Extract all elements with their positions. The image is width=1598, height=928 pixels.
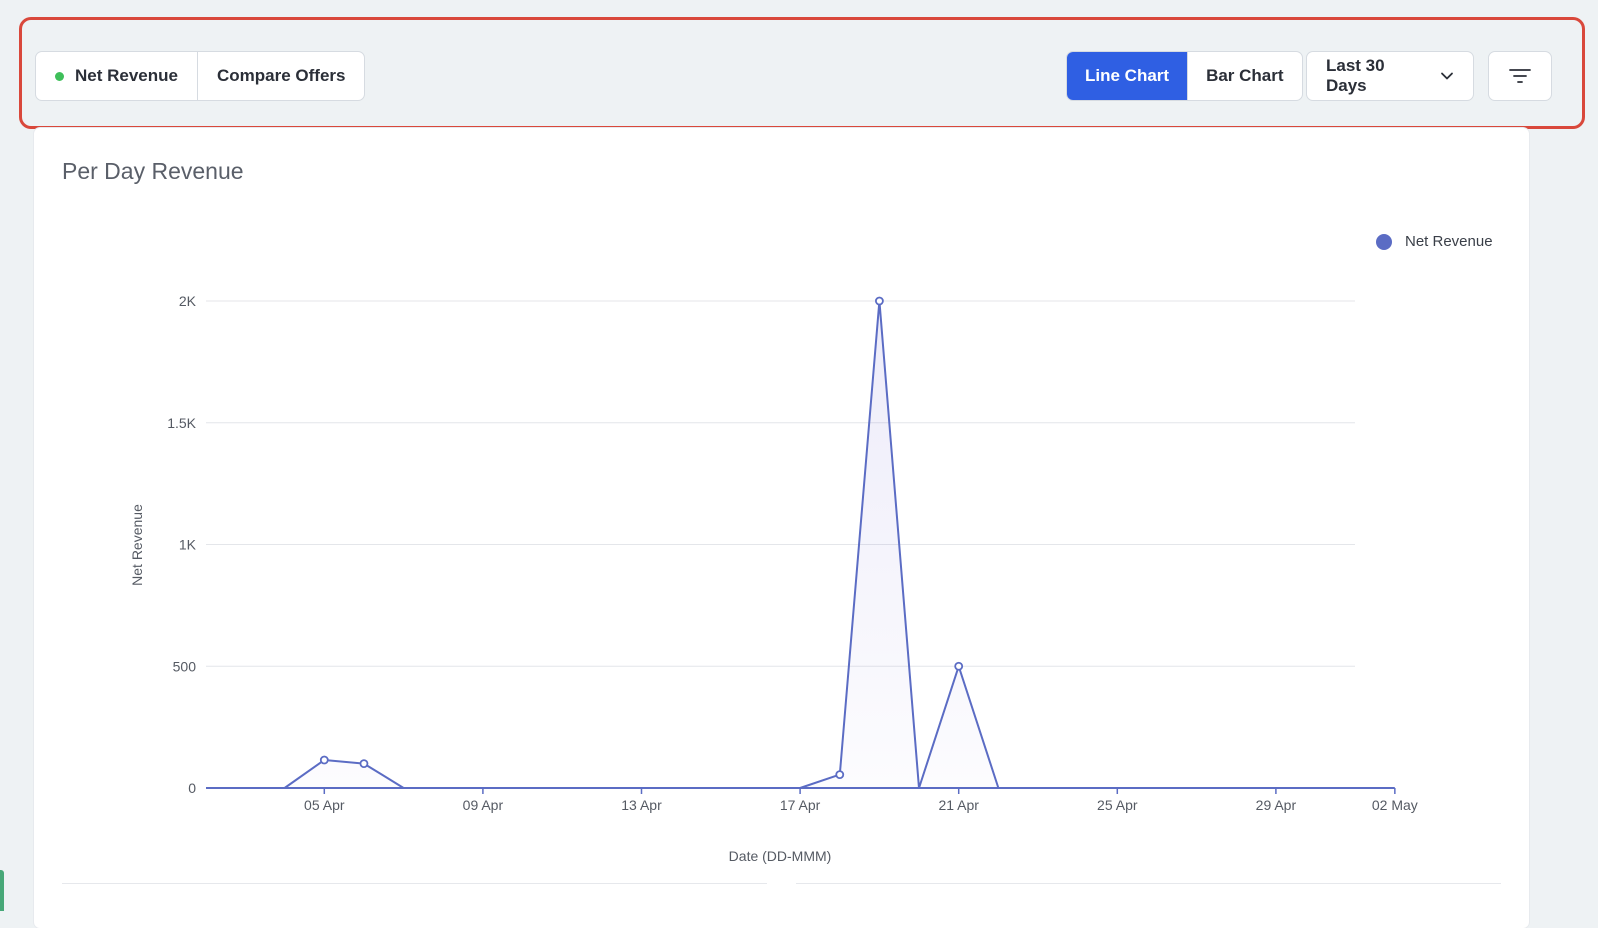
chart-legend[interactable]: Net Revenue (1376, 233, 1493, 250)
page-edge-accent (0, 870, 4, 911)
chart-toolbar: Net Revenue Compare Offers Line Chart Ba… (19, 17, 1585, 129)
tab-net-revenue[interactable]: Net Revenue (36, 52, 197, 100)
tab-compare-offers[interactable]: Compare Offers (196, 52, 364, 100)
card-divider-right (796, 883, 1501, 884)
bar-chart-button[interactable]: Bar Chart (1187, 52, 1301, 100)
tab-net-revenue-label: Net Revenue (75, 66, 178, 85)
date-range-select[interactable]: Last 30 Days (1306, 51, 1474, 101)
chevron-down-icon (1440, 69, 1454, 83)
line-chart-button[interactable]: Line Chart (1067, 52, 1188, 100)
tab-compare-offers-label: Compare Offers (216, 66, 346, 85)
filter-icon (1509, 68, 1531, 84)
card-title: Per Day Revenue (62, 158, 244, 184)
bar-chart-label: Bar Chart (1206, 66, 1284, 85)
status-dot-icon (55, 71, 64, 81)
legend-label-net-revenue: Net Revenue (1405, 233, 1493, 250)
revenue-chart-card: Per Day Revenue Net Revenue (34, 128, 1529, 928)
date-range-value: Last 30 Days (1326, 56, 1385, 95)
line-chart-label: Line Chart (1085, 66, 1170, 85)
filter-button[interactable] (1488, 51, 1552, 101)
chart-type-toggle: Line Chart Bar Chart (1066, 51, 1303, 101)
card-divider-left (62, 883, 767, 884)
metric-tab-group: Net Revenue Compare Offers (35, 51, 366, 101)
legend-swatch-net-revenue (1376, 233, 1392, 250)
